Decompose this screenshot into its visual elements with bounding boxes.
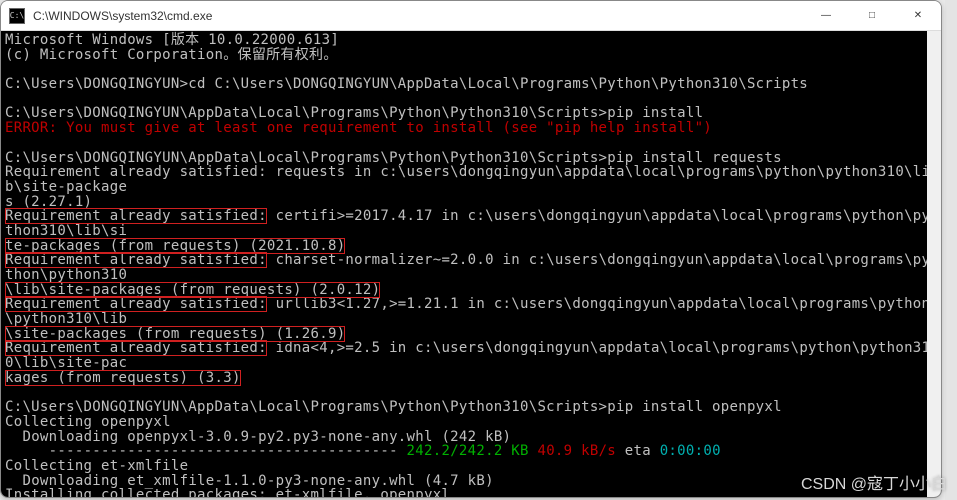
- line: \lib\site-packages (from requests) (2.0.…: [5, 282, 380, 298]
- highlight-box: Requirement already satisfied:: [5, 208, 267, 224]
- line: kages (from requests) (3.3): [5, 370, 241, 386]
- progress-bar: ----------------------------------------: [5, 443, 407, 459]
- highlight-box: Requirement already satisfied:: [5, 252, 267, 268]
- highlight-box: kages (from requests) (3.3): [5, 370, 241, 386]
- line: te-packages (from requests) (2021.10.8): [5, 238, 345, 254]
- progress-eta: 0:00:00: [660, 443, 721, 459]
- line: \site-packages (from requests) (1.26.9): [5, 326, 345, 342]
- prompt-line: C:\Users\DONGQINGYUN>cd C:\Users\DONGQIN…: [5, 76, 808, 92]
- error-line: ERROR: You must give at least one requir…: [5, 120, 712, 136]
- line: Microsoft Windows [版本 10.0.22000.613]: [5, 32, 339, 48]
- line: Requirement already satisfied:: [5, 252, 267, 268]
- line: Installing collected packages: et-xmlfil…: [5, 487, 450, 497]
- terminal-output[interactable]: Microsoft Windows [版本 10.0.22000.613] (c…: [1, 31, 941, 497]
- progress-speed: 40.9 kB/s: [529, 443, 616, 459]
- highlight-box: Requirement already satisfied:: [5, 340, 267, 356]
- highlight-box: Requirement already satisfied:: [5, 296, 267, 312]
- titlebar[interactable]: C:\ C:\WINDOWS\system32\cmd.exe — □ ✕: [1, 1, 941, 31]
- line: Requirement already satisfied:: [5, 208, 267, 224]
- window-controls: — □ ✕: [803, 1, 941, 30]
- cmd-icon: C:\: [9, 8, 25, 24]
- line: Requirement already satisfied:: [5, 296, 267, 312]
- highlight-box: \site-packages (from requests) (1.26.9): [5, 326, 345, 342]
- scrollbar[interactable]: [927, 31, 941, 497]
- cmd-window: C:\ C:\WINDOWS\system32\cmd.exe — □ ✕ Mi…: [0, 0, 942, 498]
- line: Collecting openpyxl: [5, 414, 171, 430]
- line: s (2.27.1): [5, 194, 92, 210]
- line: Collecting et-xmlfile: [5, 458, 188, 474]
- close-button[interactable]: ✕: [895, 1, 941, 30]
- line: (c) Microsoft Corporation。保留所有权利。: [5, 47, 338, 63]
- maximize-button[interactable]: □: [849, 1, 895, 30]
- prompt-line: C:\Users\DONGQINGYUN\AppData\Local\Progr…: [5, 150, 782, 166]
- minimize-button[interactable]: —: [803, 1, 849, 30]
- page-side-strip: [945, 0, 957, 500]
- highlight-box: \lib\site-packages (from requests) (2.0.…: [5, 282, 380, 298]
- prompt-line: C:\Users\DONGQINGYUN\AppData\Local\Progr…: [5, 399, 782, 415]
- line: Downloading et_xmlfile-1.1.0-py3-none-an…: [5, 473, 494, 489]
- line: Downloading openpyxl-3.0.9-py2.py3-none-…: [5, 429, 511, 445]
- line: Requirement already satisfied: requests …: [5, 164, 930, 195]
- progress-size: 242.2/242.2 KB: [407, 443, 529, 459]
- progress-eta-label: eta: [616, 443, 660, 459]
- line: Requirement already satisfied:: [5, 340, 267, 356]
- prompt-line: C:\Users\DONGQINGYUN\AppData\Local\Progr…: [5, 105, 703, 121]
- highlight-box: te-packages (from requests) (2021.10.8): [5, 238, 345, 254]
- window-title: C:\WINDOWS\system32\cmd.exe: [33, 9, 803, 23]
